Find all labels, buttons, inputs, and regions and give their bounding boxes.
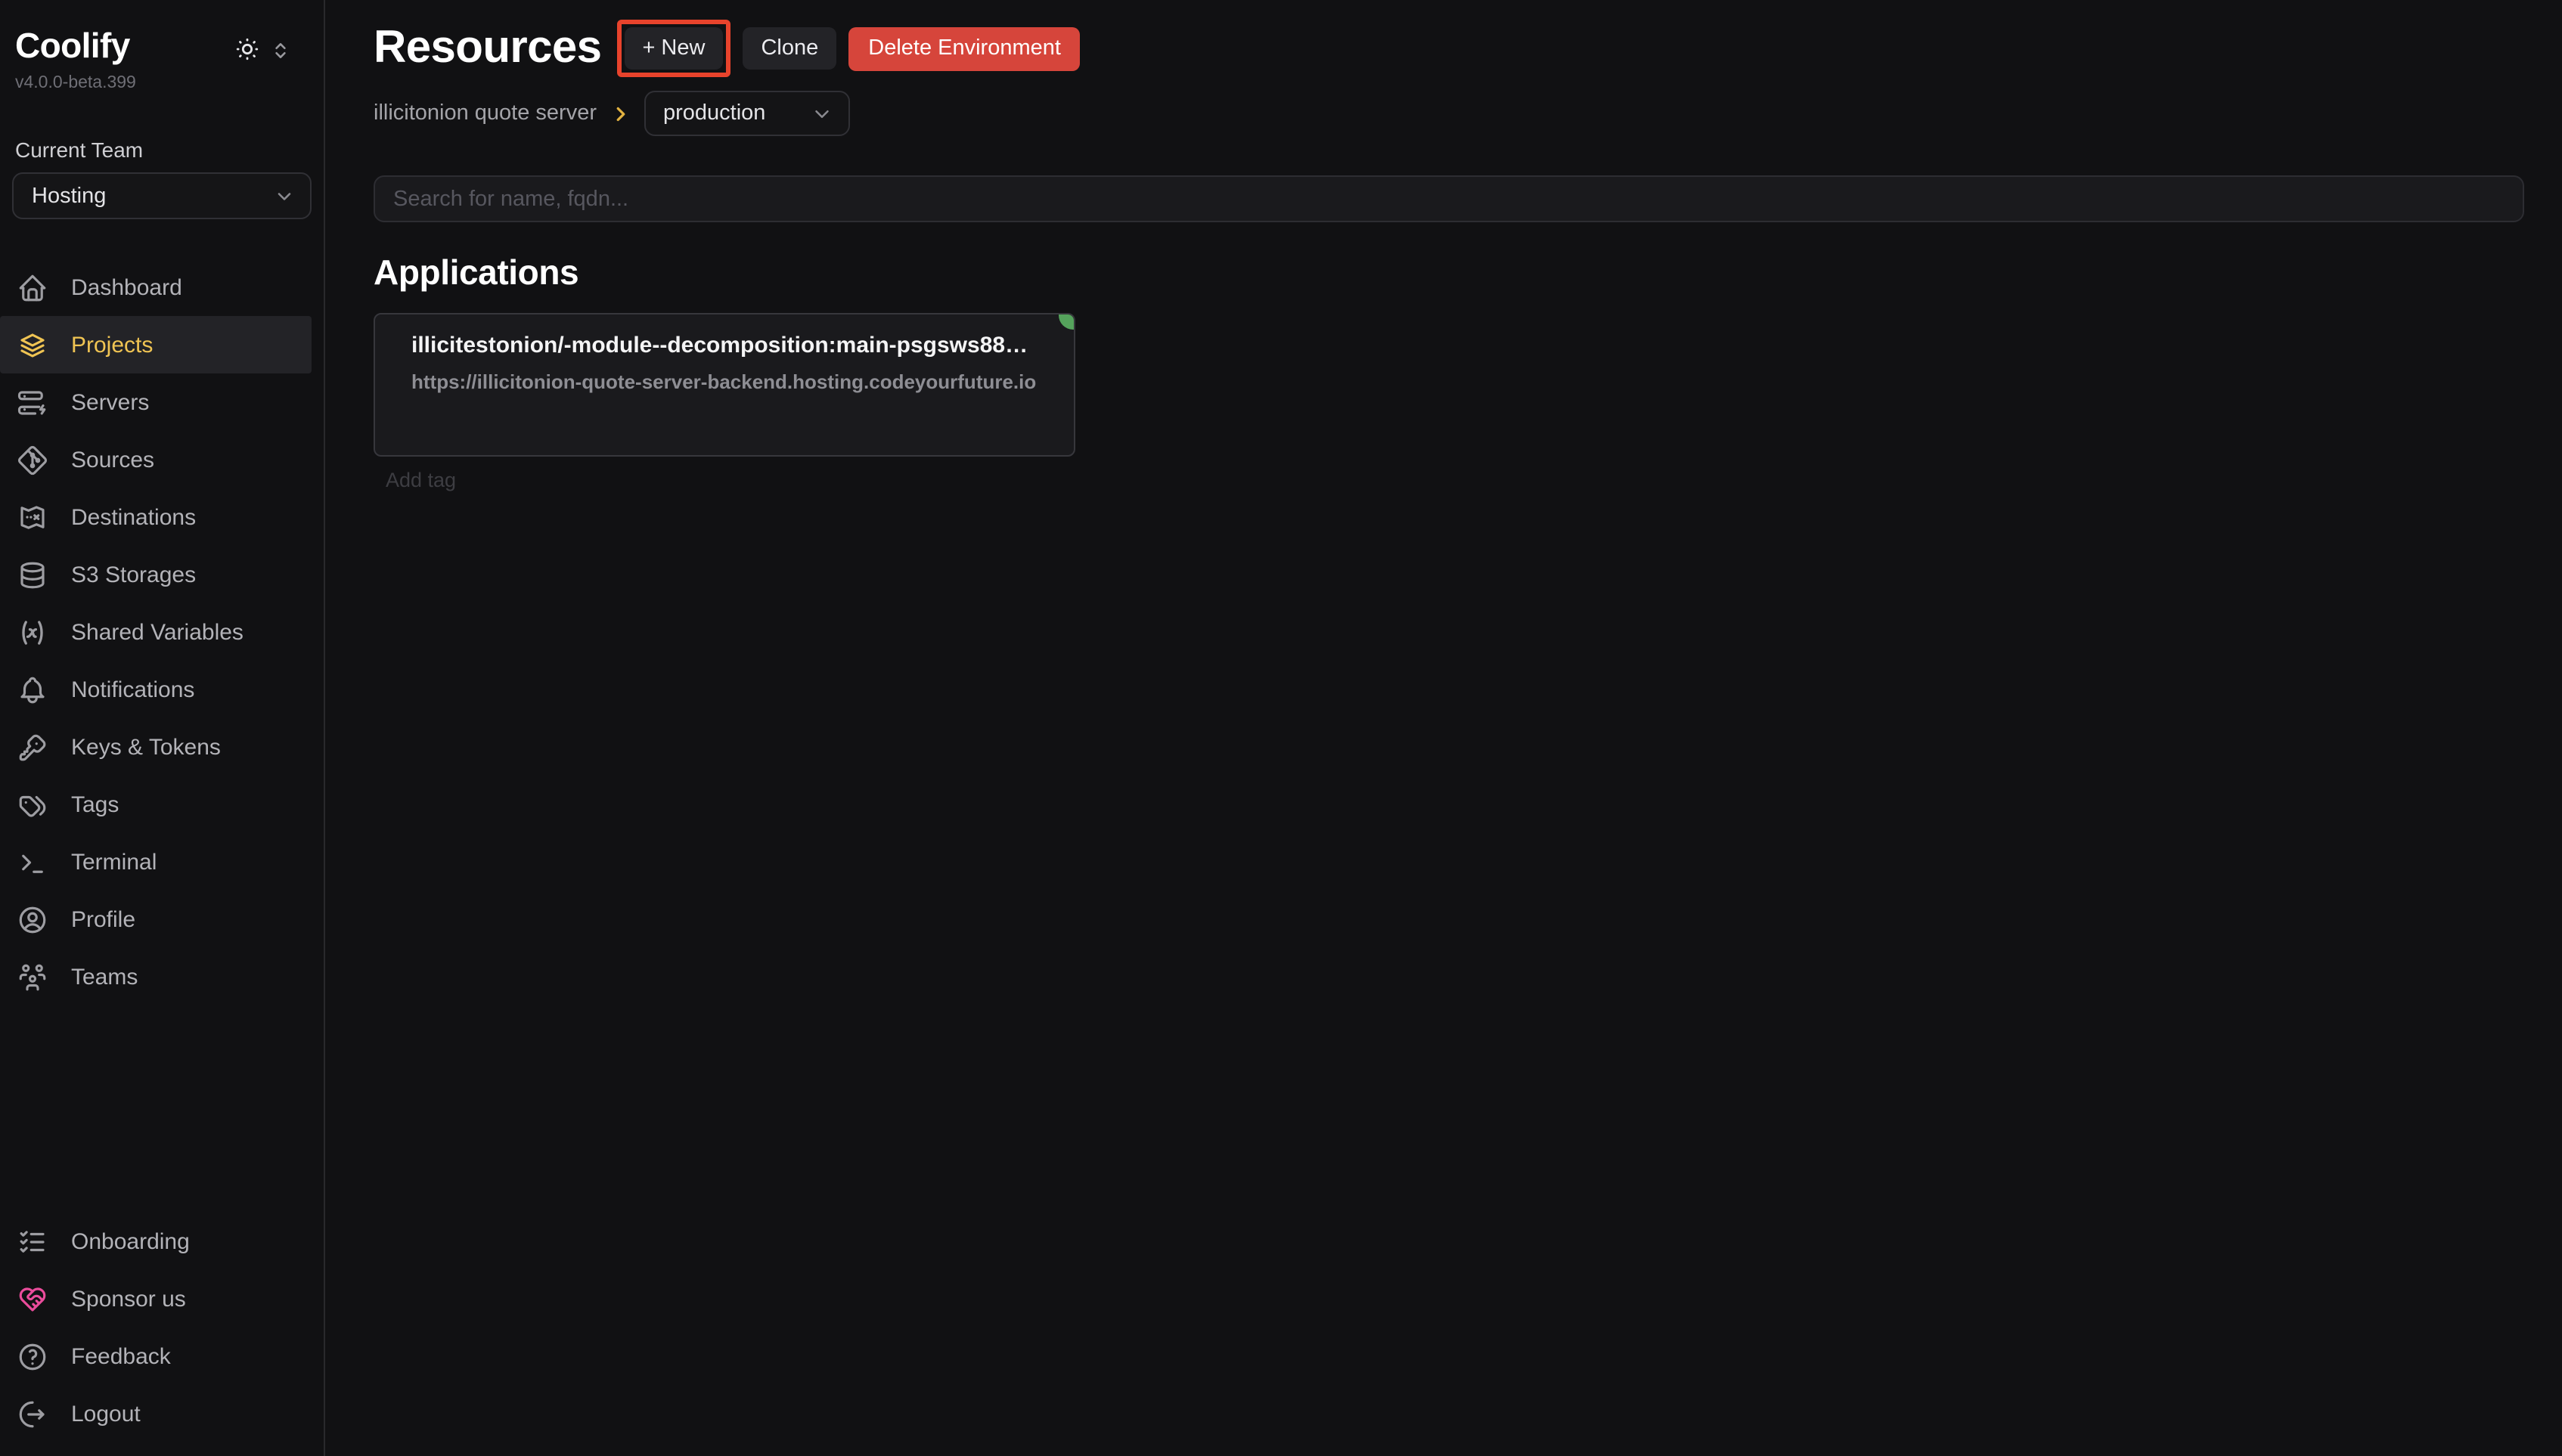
sidebar-item-terminal[interactable]: Terminal	[0, 833, 312, 891]
checklist-icon	[17, 1225, 48, 1257]
users-group-icon	[17, 961, 48, 993]
sun-icon	[234, 44, 260, 67]
breadcrumb: illicitonion quote server production	[374, 91, 2524, 136]
sidebar-item-s3-storages[interactable]: S3 Storages	[0, 546, 312, 603]
team-select[interactable]: Hosting	[12, 172, 312, 219]
chevron-down-icon	[810, 102, 833, 125]
sidebar-item-label: Sponsor us	[71, 1286, 186, 1312]
current-team-label: Current Team	[0, 92, 324, 162]
environment-select[interactable]: production	[644, 91, 849, 136]
sidebar-item-servers[interactable]: Servers	[0, 373, 312, 431]
sidebar-item-label: Teams	[71, 964, 138, 990]
sidebar-item-label: Servers	[71, 389, 149, 415]
heart-handshake-icon	[17, 1283, 48, 1315]
tags-icon	[17, 788, 48, 820]
git-icon	[17, 444, 48, 476]
sidebar-item-sponsor-us[interactable]: Sponsor us	[0, 1270, 312, 1327]
sidebar-item-label: Feedback	[71, 1343, 171, 1369]
sidebar-item-label: Terminal	[71, 849, 157, 875]
bell-icon	[17, 674, 48, 705]
application-name: illicitestonion/-module--decomposition:m…	[411, 333, 1038, 358]
sidebar-item-dashboard[interactable]: Dashboard	[0, 259, 312, 316]
chevron-down-icon	[274, 185, 295, 206]
sidebar-item-label: Onboarding	[71, 1228, 190, 1254]
sidebar-item-label: Dashboard	[71, 274, 182, 300]
sidebar-item-shared-variables[interactable]: Shared Variables	[0, 603, 312, 661]
layers-icon	[17, 329, 48, 361]
sidebar-item-label: Sources	[71, 447, 154, 472]
sidebar-item-teams[interactable]: Teams	[0, 948, 312, 1005]
logout-icon	[17, 1398, 48, 1430]
new-button[interactable]: + New	[624, 27, 723, 70]
environment-select-value: production	[663, 101, 765, 125]
team-select-value: Hosting	[32, 184, 106, 208]
database-icon	[17, 559, 48, 590]
map-x-icon	[17, 501, 48, 533]
chevron-right-icon	[609, 102, 631, 125]
sidebar-item-label: Shared Variables	[71, 619, 243, 645]
chevron-up-down-icon	[271, 44, 290, 67]
logo-row: Coolify	[0, 0, 324, 67]
page-title: Resources	[374, 23, 601, 74]
help-circle-icon	[17, 1340, 48, 1372]
sidebar-item-feedback[interactable]: Feedback	[0, 1327, 312, 1385]
app-version: v4.0.0-beta.399	[0, 67, 324, 92]
theme-toggle-button[interactable]	[234, 36, 260, 62]
applications-section-title: Applications	[374, 252, 2524, 293]
sidebar-item-label: S3 Storages	[71, 562, 196, 587]
breadcrumb-project[interactable]: illicitonion quote server	[374, 101, 597, 125]
sidebar-footer-nav: Onboarding Sponsor us Feedback Logout	[0, 1213, 324, 1442]
sidebar-item-notifications[interactable]: Notifications	[0, 661, 312, 718]
add-tag-input[interactable]: Add tag	[386, 469, 456, 491]
application-url: https://illicitonion-quote-server-backen…	[411, 370, 1038, 393]
delete-environment-button[interactable]: Delete Environment	[848, 26, 1081, 70]
variable-icon	[17, 616, 48, 648]
app-logo: Coolify	[15, 26, 130, 65]
sidebar-item-logout[interactable]: Logout	[0, 1385, 312, 1442]
sidebar-item-label: Projects	[71, 332, 153, 358]
annotation-highlight-box: + New	[616, 20, 730, 77]
server-bolt-icon	[17, 386, 48, 418]
home-icon	[17, 271, 48, 303]
page-header: Resources + New Clone Delete Environment	[374, 20, 2524, 77]
sidebar-item-tags[interactable]: Tags	[0, 776, 312, 833]
sidebar-item-label: Tags	[71, 792, 119, 817]
search-input[interactable]	[374, 175, 2524, 222]
application-card[interactable]: illicitestonion/-module--decomposition:m…	[374, 313, 1075, 457]
clone-button[interactable]: Clone	[743, 27, 836, 70]
sidebar-item-sources[interactable]: Sources	[0, 431, 312, 488]
sidebar-item-keys-tokens[interactable]: Keys & Tokens	[0, 718, 312, 776]
user-circle-icon	[17, 903, 48, 935]
sidebar-item-projects[interactable]: Projects	[0, 316, 312, 373]
sidebar-item-label: Profile	[71, 906, 135, 932]
sidebar-item-destinations[interactable]: Destinations	[0, 488, 312, 546]
sidebar-item-label: Destinations	[71, 504, 196, 530]
status-indicator	[1059, 313, 1075, 330]
sidebar-item-label: Notifications	[71, 677, 194, 702]
sidebar-item-label: Logout	[71, 1401, 141, 1427]
sidebar-item-label: Keys & Tokens	[71, 734, 221, 760]
sidebar-collapse-button[interactable]	[271, 39, 290, 62]
sidebar-item-profile[interactable]: Profile	[0, 891, 312, 948]
sidebar-nav: Dashboard Projects Servers Sources Desti…	[0, 259, 324, 1005]
sidebar-item-onboarding[interactable]: Onboarding	[0, 1213, 312, 1270]
key-icon	[17, 731, 48, 763]
main-content: Resources + New Clone Delete Environment…	[325, 0, 2562, 1456]
terminal-icon	[17, 846, 48, 878]
sidebar: Coolify v4.0.0-beta.399 Current Team Hos…	[0, 0, 325, 1456]
app-window: Coolify v4.0.0-beta.399 Current Team Hos…	[0, 0, 2562, 1456]
